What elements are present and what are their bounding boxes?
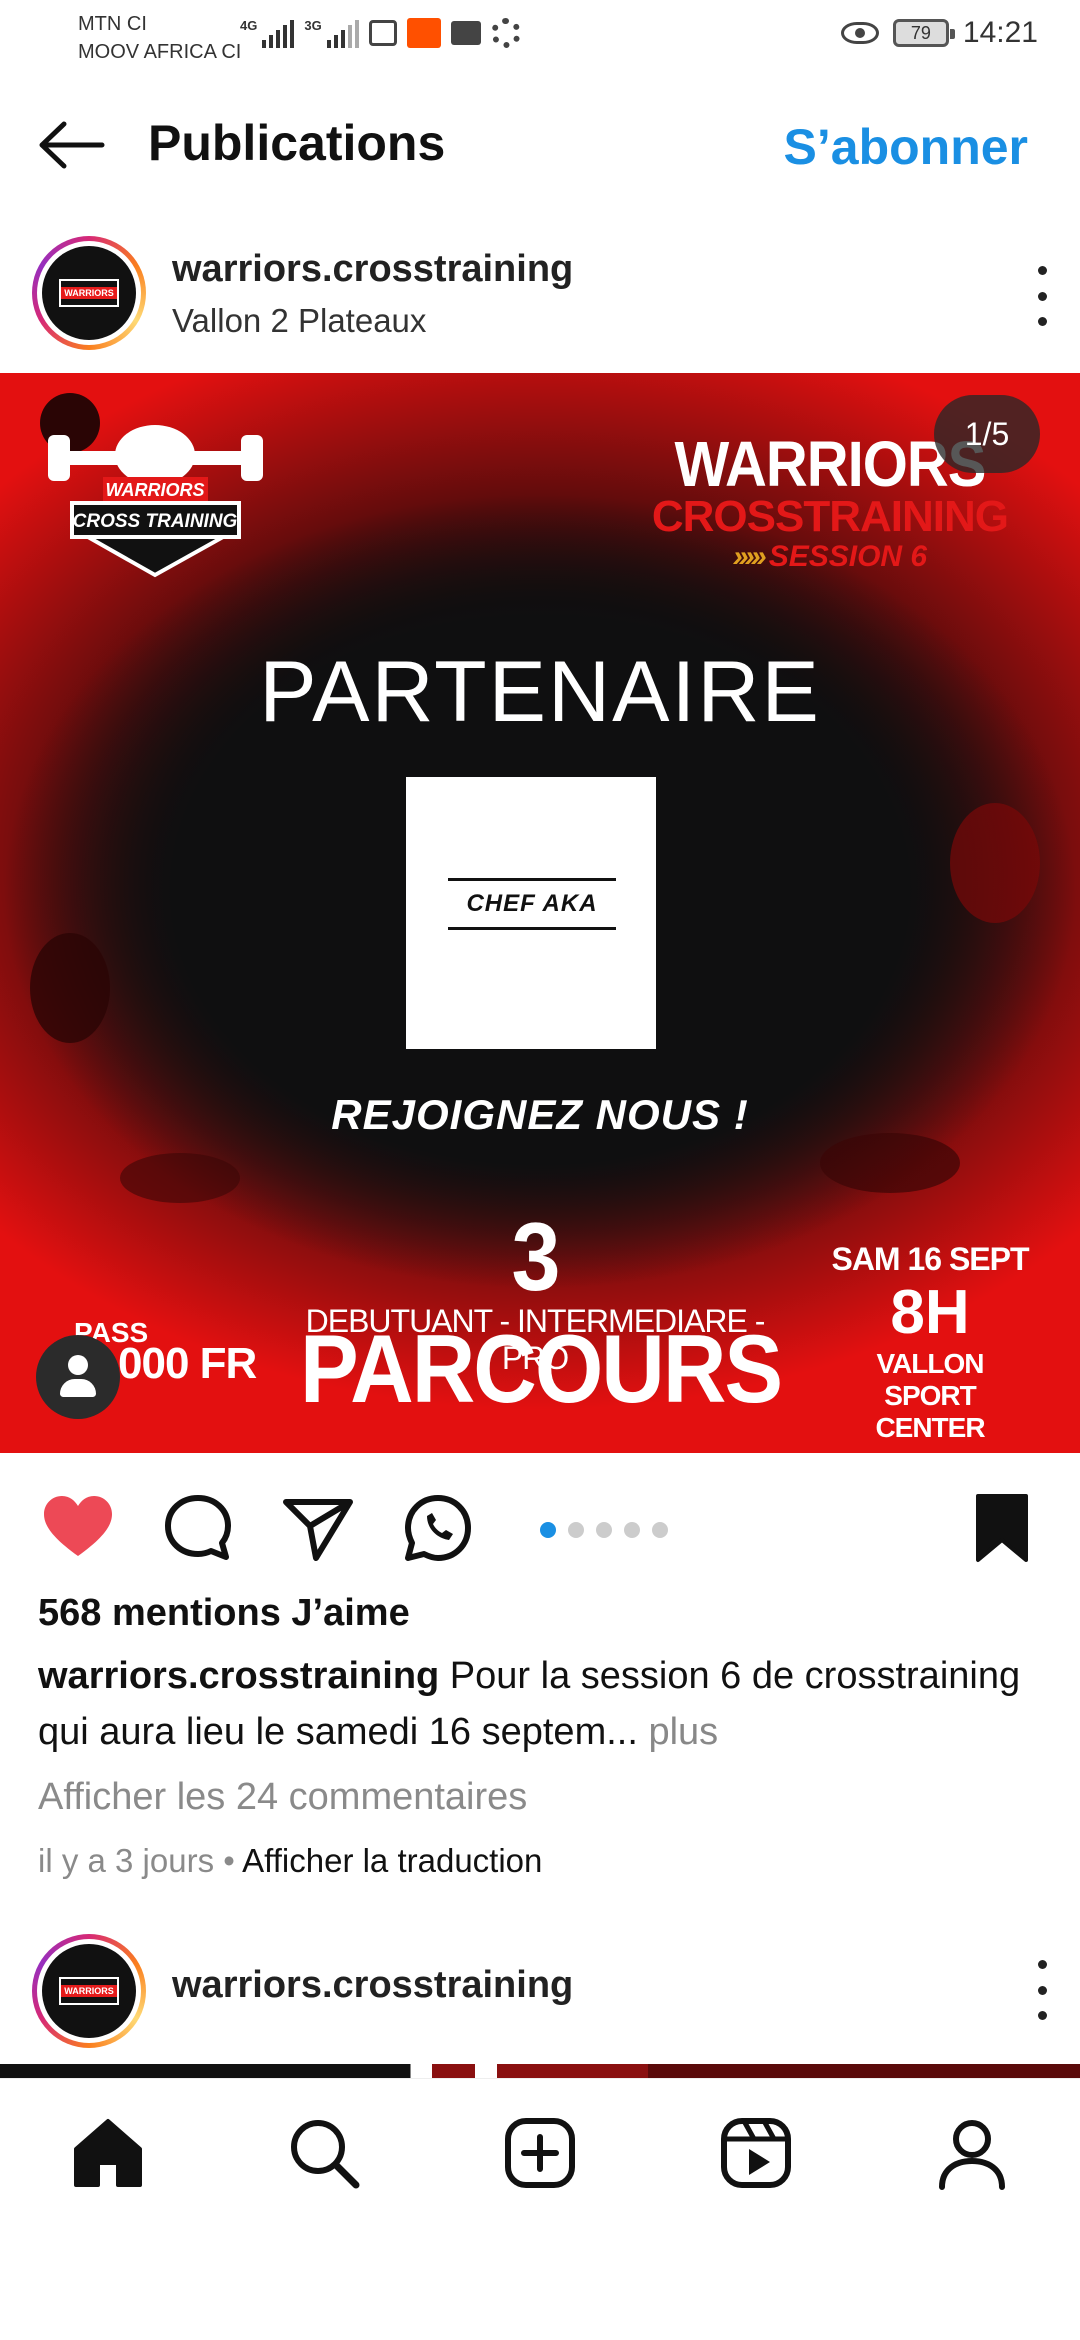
post-actions xyxy=(0,1478,1080,1578)
chevrons-icon: ››››› xyxy=(732,540,767,573)
top-app-bar: Publications S’abonner xyxy=(0,100,1080,190)
session-label: SESSION 6 xyxy=(768,540,928,573)
status-bar: MTN CI MOOV AFRICA CI 4G 3G 79 14:21 xyxy=(0,0,1080,75)
carousel-dot xyxy=(652,1522,668,1538)
signal-3g-icon: 3G xyxy=(304,18,359,48)
whatsapp-icon xyxy=(405,1495,471,1561)
bookmark-filled-icon xyxy=(976,1494,1028,1562)
avatar-logo-text: WARRIORS xyxy=(61,287,117,299)
next-post-header: WARRIORS warriors.crosstraining xyxy=(0,1926,1080,2056)
nav-create[interactable] xyxy=(500,2113,580,2193)
subscribe-button[interactable]: S’abonner xyxy=(784,118,1028,176)
like-button[interactable] xyxy=(40,1490,116,1566)
comment-button[interactable] xyxy=(160,1490,236,1566)
signal-4g-label: 4G xyxy=(240,18,258,33)
post-meta: il y a 3 jours • Afficher la traduction xyxy=(38,1842,542,1880)
event-title-line3: ››››› SESSION 6 xyxy=(652,540,1008,574)
page-title: Publications xyxy=(148,115,446,171)
tagged-users-icon[interactable] xyxy=(36,1335,120,1419)
caption-username[interactable]: warriors.crosstraining xyxy=(38,1655,439,1697)
caption-more-link[interactable]: plus xyxy=(638,1711,718,1753)
clock: 14:21 xyxy=(962,16,1038,49)
post-image[interactable]: WARRIORS CROSS TRAINING WARRIORS CROSSTR… xyxy=(0,373,1080,1453)
carousel-dot xyxy=(540,1522,556,1538)
partner-name: CHEF AKA xyxy=(466,890,598,917)
carousel-dot xyxy=(624,1522,640,1538)
aliexpress-icon xyxy=(406,18,441,48)
nav-search[interactable] xyxy=(284,2113,364,2193)
view-comments-link[interactable]: Afficher les 24 commentaires xyxy=(38,1776,527,1819)
post-location[interactable]: Vallon 2 Plateaux xyxy=(172,302,426,340)
meta-separator: • xyxy=(214,1842,243,1879)
event-date: SAM 16 SEPT xyxy=(831,1241,1029,1277)
carrier-2: MOOV AFRICA CI xyxy=(78,41,242,63)
next-post-username[interactable]: warriors.crosstraining xyxy=(172,1964,573,2007)
carrier-1: MTN CI xyxy=(78,13,147,35)
carousel-counter: 1/5 xyxy=(934,395,1040,473)
home-icon xyxy=(74,2119,142,2187)
mail-icon xyxy=(450,21,481,45)
status-right: 79 14:21 xyxy=(840,16,1038,50)
event-venue-line2: CENTER xyxy=(875,1412,985,1443)
levels-text: DEBUTUANT - INTERMEDIARE - PRO xyxy=(305,1303,766,1376)
settings-gear-icon xyxy=(490,18,521,48)
event-hour: 8H xyxy=(890,1278,970,1347)
avatar[interactable]: WARRIORS xyxy=(32,236,146,350)
search-icon xyxy=(291,2120,360,2189)
logo-crosstraining-text: CROSS TRAINING xyxy=(73,511,238,532)
next-post-image-preview[interactable] xyxy=(0,2064,1080,2078)
bottom-navigation xyxy=(0,2078,1080,2228)
next-post-avatar[interactable]: WARRIORS xyxy=(32,1934,146,2048)
arrow-left-icon xyxy=(39,121,105,169)
carousel-indicator xyxy=(540,1522,668,1538)
whatsapp-share-button[interactable] xyxy=(400,1490,476,1566)
nav-profile[interactable] xyxy=(932,2113,1012,2193)
carrier-info: MTN CI MOOV AFRICA CI xyxy=(78,10,241,66)
save-button[interactable] xyxy=(964,1490,1040,1566)
nav-reels[interactable] xyxy=(716,2113,796,2193)
carousel-dot xyxy=(568,1522,584,1538)
back-button[interactable] xyxy=(36,120,106,170)
event-date-block: SAM 16 SEPT 8H VALLON SPORT CENTER xyxy=(830,1241,1030,1444)
heart-filled-icon xyxy=(44,1496,112,1556)
signal-4g-icon: 4G xyxy=(240,18,295,48)
post-time: il y a 3 jours xyxy=(38,1842,215,1879)
battery-icon: 79 xyxy=(892,19,955,47)
event-venue-line1: VALLON SPORT xyxy=(876,1348,984,1411)
signal-3g-label: 3G xyxy=(304,18,322,33)
status-icons: 4G 3G xyxy=(240,18,521,48)
partner-logo: CHEF AKA xyxy=(406,777,656,1049)
next-post-more-options-icon[interactable] xyxy=(1032,1960,1052,2020)
post-username[interactable]: warriors.crosstraining xyxy=(172,248,573,291)
post-caption: warriors.crosstraining Pour la session 6… xyxy=(38,1648,1048,1760)
comment-bubble-icon xyxy=(165,1495,231,1560)
post-header: WARRIORS warriors.crosstraining Vallon 2… xyxy=(0,228,1080,358)
likes-count[interactable]: 568 mentions J’aime xyxy=(38,1592,410,1635)
news-app-icon xyxy=(368,20,397,46)
profile-icon xyxy=(939,2120,1005,2190)
logo-warriors-text: WARRIORS xyxy=(106,480,205,500)
create-post-icon xyxy=(505,2118,575,2188)
warriors-crosstraining-logo: WARRIORS CROSS TRAINING xyxy=(48,425,263,578)
next-avatar-logo-text: WARRIORS xyxy=(61,1985,117,1997)
more-options-icon[interactable] xyxy=(1032,266,1052,326)
share-button[interactable] xyxy=(280,1490,356,1566)
partner-heading: PARTENAIRE xyxy=(259,644,821,740)
translate-link[interactable]: Afficher la traduction xyxy=(242,1842,542,1879)
nav-home[interactable] xyxy=(68,2113,148,2193)
reels-icon xyxy=(721,2118,791,2188)
cta-text: REJOIGNEZ NOUS ! xyxy=(331,1091,749,1138)
pass-price: 000 FR xyxy=(118,1339,257,1388)
send-paper-plane-icon xyxy=(283,1499,353,1561)
eye-comfort-icon xyxy=(840,22,879,44)
carousel-dot xyxy=(596,1522,612,1538)
